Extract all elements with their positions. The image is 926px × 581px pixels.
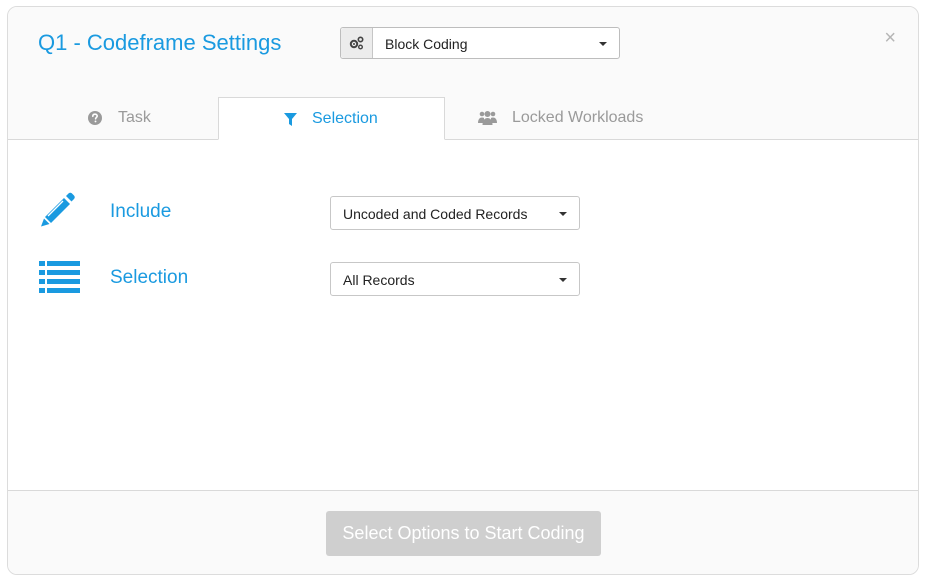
- dialog-footer: Select Options to Start Coding: [8, 490, 918, 574]
- tab-selection[interactable]: Selection: [218, 97, 445, 140]
- tab-locked-workloads-label: Locked Workloads: [512, 109, 644, 126]
- tab-locked-workloads[interactable]: Locked Workloads: [445, 97, 685, 139]
- include-select-value: Uncoded and Coded Records: [343, 206, 528, 222]
- gears-icon: [349, 36, 364, 50]
- chevron-down-icon: [559, 212, 567, 216]
- dialog-header: Q1 - Codeframe Settings Block Coding ×: [8, 7, 918, 83]
- tab-selection-label: Selection: [312, 110, 378, 127]
- include-row: Include Uncoded and Coded Records: [8, 191, 918, 231]
- coding-mode-select[interactable]: Block Coding: [340, 27, 620, 59]
- coding-mode-addon: [341, 28, 373, 58]
- tab-bar: Task Selection Locked Workloads: [8, 82, 918, 140]
- include-label: Include: [110, 201, 172, 222]
- close-button[interactable]: ×: [884, 28, 896, 48]
- filter-icon: [284, 113, 297, 126]
- question-circle-icon: [88, 111, 102, 125]
- codeframe-settings-dialog: Q1 - Codeframe Settings Block Coding × T…: [7, 6, 919, 575]
- pencil-icon: [41, 192, 75, 227]
- selection-row: Selection All Records: [8, 257, 918, 297]
- chevron-down-icon: [559, 278, 567, 282]
- selection-select[interactable]: All Records: [330, 262, 580, 296]
- tab-task[interactable]: Task: [8, 97, 218, 139]
- users-icon: [478, 111, 497, 125]
- selection-panel: Include Uncoded and Coded Records Select…: [8, 140, 918, 490]
- list-icon: [39, 261, 80, 293]
- selection-label: Selection: [110, 267, 189, 288]
- chevron-down-icon: [599, 42, 607, 46]
- selection-select-value: All Records: [343, 272, 415, 288]
- coding-mode-value: Block Coding: [385, 36, 468, 52]
- dialog-title: Q1 - Codeframe Settings: [38, 30, 282, 55]
- tab-task-label: Task: [118, 109, 151, 126]
- start-coding-button[interactable]: Select Options to Start Coding: [326, 511, 601, 556]
- include-select[interactable]: Uncoded and Coded Records: [330, 196, 580, 230]
